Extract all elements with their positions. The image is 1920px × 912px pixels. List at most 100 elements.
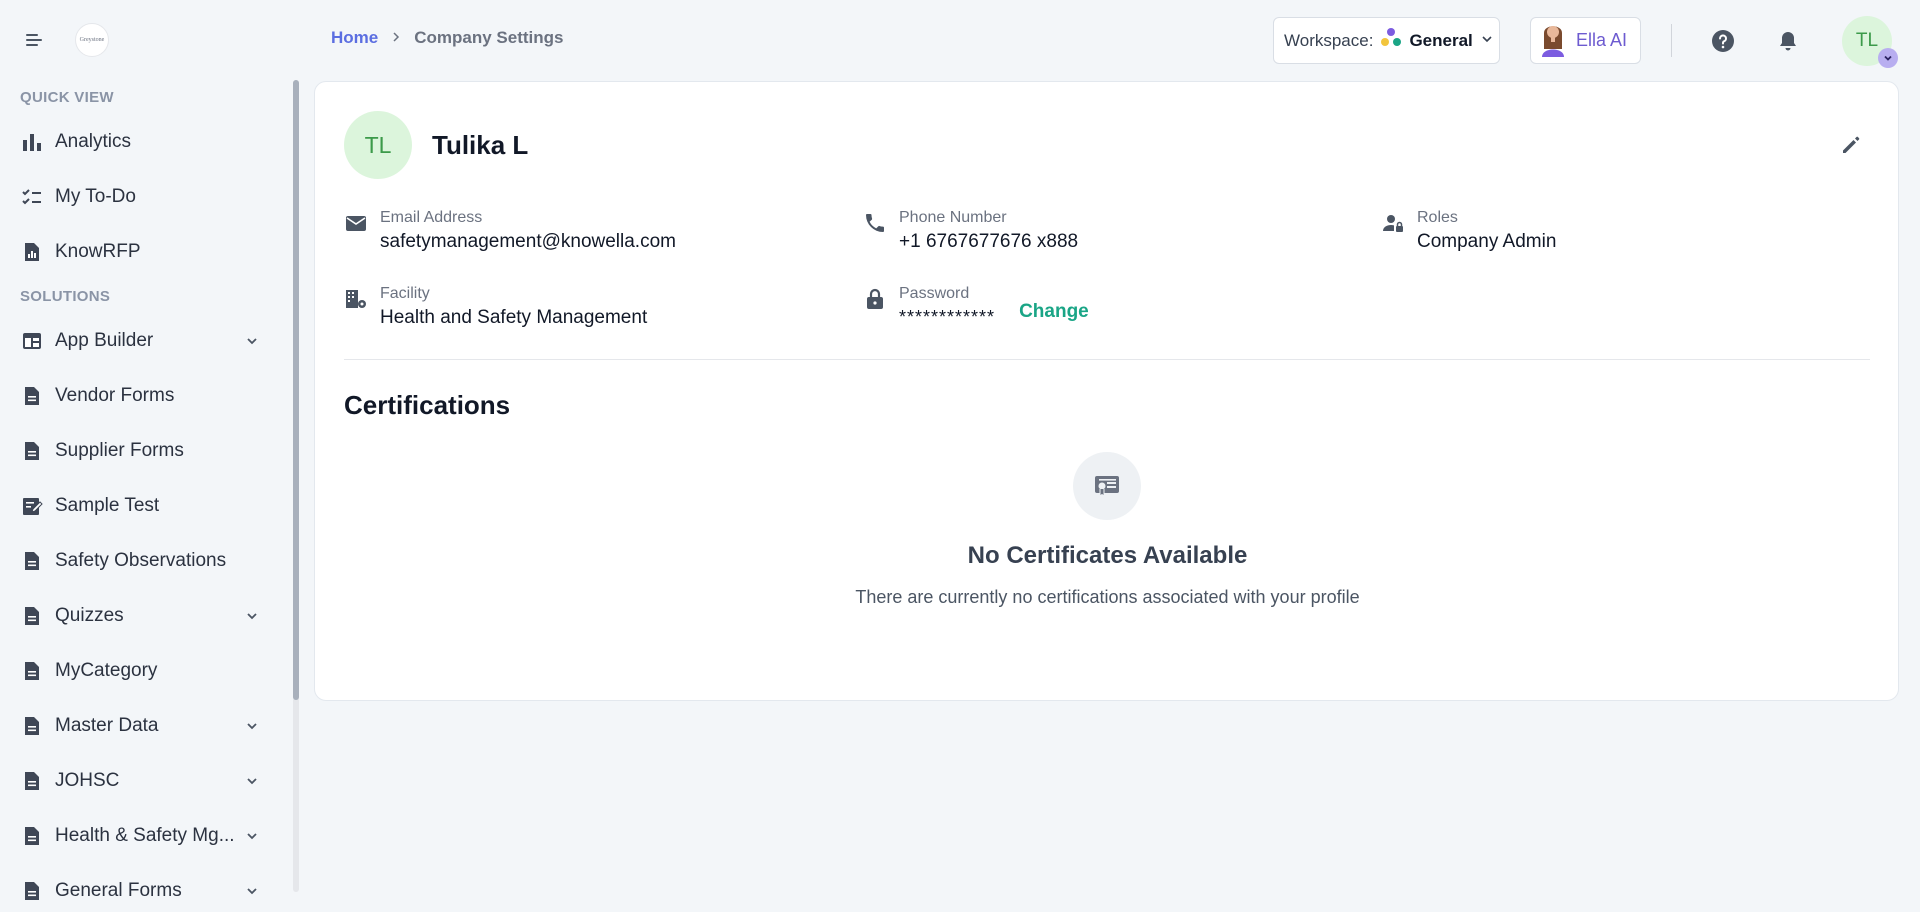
email-label: Email Address [380,209,483,226]
section-quick-view: QUICK VIEW [20,88,114,106]
document-icon [20,824,44,848]
chevron-down-icon[interactable] [244,718,260,734]
sidebar-scrollbar-thumb[interactable] [293,80,299,700]
profile-name: Tulika L [432,130,529,160]
section-solutions: SOLUTIONS [20,287,111,305]
chevron-right-icon [390,28,402,48]
phone-icon [863,211,887,235]
password-value: ************ [899,307,996,327]
sidebar-item-mycategory[interactable]: MyCategory [0,643,290,698]
ella-ai-button[interactable]: Ella AI [1530,17,1641,64]
bar-chart-icon [20,130,44,154]
company-logo[interactable]: Greystone [75,23,109,57]
sidebar-item-quizzes[interactable]: Quizzes [0,588,290,643]
document-icon [20,769,44,793]
sidebar-item-app-builder[interactable]: App Builder [0,313,290,368]
building-settings-icon [344,287,368,311]
phone-label: Phone Number [899,209,1007,226]
breadcrumb-current: Company Settings [414,28,564,47]
empty-state-title: No Certificates Available [967,542,1248,569]
sidebar-item-label: MyCategory [55,659,158,681]
profile-card: TL Tulika L Email Address safetymanageme… [314,81,1899,701]
document-icon [20,714,44,738]
chevron-down-icon[interactable] [244,883,260,899]
user-avatar[interactable]: TL [1842,16,1898,68]
workspace-label: Workspace: [1284,30,1374,50]
logo-text: Greystone [79,37,105,43]
document-chart-icon [20,240,44,264]
checklist-icon [20,185,44,209]
facility-value: Health and Safety Management [380,307,648,328]
menu-toggle-icon[interactable] [24,31,46,49]
sidebar-item-health-safety-mgmt[interactable]: Health & Safety Mg... [0,808,290,863]
sidebar-item-label: Quizzes [55,604,124,626]
sidebar-item-label: Sample Test [55,494,160,516]
sidebar-item-safety-observations[interactable]: Safety Observations [0,533,290,588]
chevron-down-icon[interactable] [244,773,260,789]
chevron-down-icon [1480,31,1494,51]
phone-value: +1 6767677676 x888 [899,231,1079,252]
document-icon [20,384,44,408]
sidebar-item-label: Master Data [55,714,159,736]
edit-document-icon [20,494,44,518]
roles-label: Roles [1417,209,1458,226]
sidebar-item-johsc[interactable]: JOHSC [0,753,290,808]
sidebar-item-supplier-forms[interactable]: Supplier Forms [0,423,290,478]
sidebar-item-label: My To-Do [55,185,136,207]
chevron-down-icon[interactable] [244,828,260,844]
profile-avatar: TL [344,111,412,179]
chevron-down-icon[interactable] [1878,48,1898,68]
sidebar-item-label: JOHSC [55,769,120,791]
sidebar-nav[interactable]: QUICK VIEW Analytics My To-Do KnowRFP SO… [0,80,290,900]
email-value: safetymanagement@knowella.com [380,231,676,252]
sidebar-item-my-to-do[interactable]: My To-Do [0,169,290,224]
sidebar-item-knowrfp[interactable]: KnowRFP [0,224,290,279]
password-field: Password ************ Change [863,285,1089,328]
sidebar-item-label: Supplier Forms [55,439,184,461]
document-icon [20,549,44,573]
breadcrumb: Home Company Settings [331,28,563,48]
breadcrumb-home-link[interactable]: Home [331,28,378,48]
document-icon [20,659,44,683]
help-icon[interactable] [1711,29,1735,53]
document-icon [20,604,44,628]
sidebar: Greystone QUICK VIEW Analytics My To-Do … [0,0,300,912]
notification-bell-icon[interactable] [1776,29,1800,53]
sidebar-item-label: App Builder [55,329,154,351]
sidebar-scrollbar[interactable] [293,80,299,892]
empty-state-message: There are currently no certifications as… [855,587,1360,607]
sidebar-item-label: KnowRFP [55,240,141,262]
certifications-title: Certifications [344,390,511,420]
app-builder-icon [20,329,44,353]
sidebar-item-label: Safety Observations [55,549,227,571]
sidebar-item-label: Analytics [55,130,132,152]
profile-initials: TL [364,131,392,158]
ella-ai-label: Ella AI [1576,30,1628,50]
mail-icon [344,211,368,235]
section-divider [344,359,1870,360]
sidebar-item-vendor-forms[interactable]: Vendor Forms [0,368,290,423]
pencil-icon[interactable] [1839,133,1863,157]
roles-field: Roles Company Admin [1381,209,1556,253]
phone-field: Phone Number +1 6767677676 x888 [863,209,1078,253]
sidebar-item-label: Vendor Forms [55,384,175,406]
workspace-value: General [1409,30,1473,50]
user-lock-icon [1381,211,1405,235]
chevron-down-icon[interactable] [244,333,260,349]
sidebar-item-master-data[interactable]: Master Data [0,698,290,753]
document-icon [20,439,44,463]
sidebar-item-sample-test[interactable]: Sample Test [0,478,290,533]
chevron-down-icon[interactable] [244,608,260,624]
workspace-selector[interactable]: Workspace: General [1273,17,1500,64]
workspace-dots-icon [1380,27,1402,54]
lock-icon [863,287,887,311]
roles-value: Company Admin [1417,231,1557,252]
facility-label: Facility [380,285,430,302]
certificate-icon [1073,452,1141,520]
change-password-link[interactable]: Change [1019,301,1089,323]
sidebar-item-label: Health & Safety Mg... [55,824,235,846]
ella-avatar-icon [1539,19,1567,62]
sidebar-item-analytics[interactable]: Analytics [0,114,290,169]
sidebar-item-general-forms[interactable]: General Forms [0,863,290,900]
document-icon [20,879,44,901]
